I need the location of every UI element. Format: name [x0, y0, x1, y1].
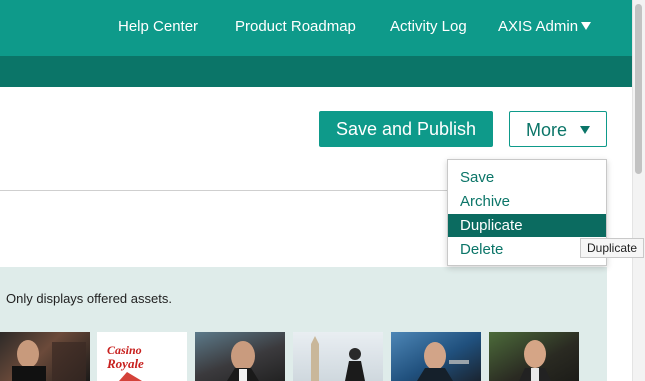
assets-note: Only displays offered assets.	[6, 291, 172, 306]
chevron-down-icon	[580, 126, 590, 134]
svg-text:Royale: Royale	[106, 356, 144, 371]
tooltip: Duplicate	[580, 238, 644, 258]
more-button-label: More	[526, 120, 568, 140]
section-divider	[0, 190, 447, 191]
poster-image	[227, 341, 259, 381]
asset-thumbnail[interactable]	[195, 332, 285, 381]
svg-text:Casino: Casino	[107, 343, 142, 357]
poster-image	[417, 342, 469, 381]
asset-thumbnail[interactable]	[293, 332, 383, 381]
asset-thumbnail[interactable]: Casino Royale	[97, 332, 187, 381]
asset-thumbnail[interactable]	[391, 332, 481, 381]
scrollbar-thumb[interactable]	[635, 4, 642, 174]
poster-image	[12, 340, 86, 381]
menu-item-duplicate[interactable]: Duplicate	[448, 214, 606, 237]
poster-image	[519, 340, 551, 381]
nav-link-product-roadmap[interactable]: Product Roadmap	[235, 18, 356, 35]
poster-image	[311, 336, 365, 381]
nav-link-help-center[interactable]: Help Center	[118, 18, 198, 35]
menu-item-save[interactable]: Save	[448, 166, 606, 189]
top-navigation-bar: Help Center Product Roadmap Activity Log…	[0, 0, 632, 56]
chevron-down-icon[interactable]	[581, 22, 591, 30]
secondary-bar	[0, 56, 632, 87]
asset-thumbnail[interactable]	[489, 332, 579, 381]
save-and-publish-button[interactable]: Save and Publish	[319, 111, 493, 147]
casino-royale-logo-image: Casino Royale	[106, 343, 144, 381]
more-button[interactable]: More	[509, 111, 607, 147]
menu-item-archive[interactable]: Archive	[448, 190, 606, 213]
asset-thumbnail[interactable]	[0, 332, 90, 381]
nav-link-activity-log[interactable]: Activity Log	[390, 18, 467, 35]
account-menu[interactable]: AXIS Admin	[498, 18, 578, 35]
